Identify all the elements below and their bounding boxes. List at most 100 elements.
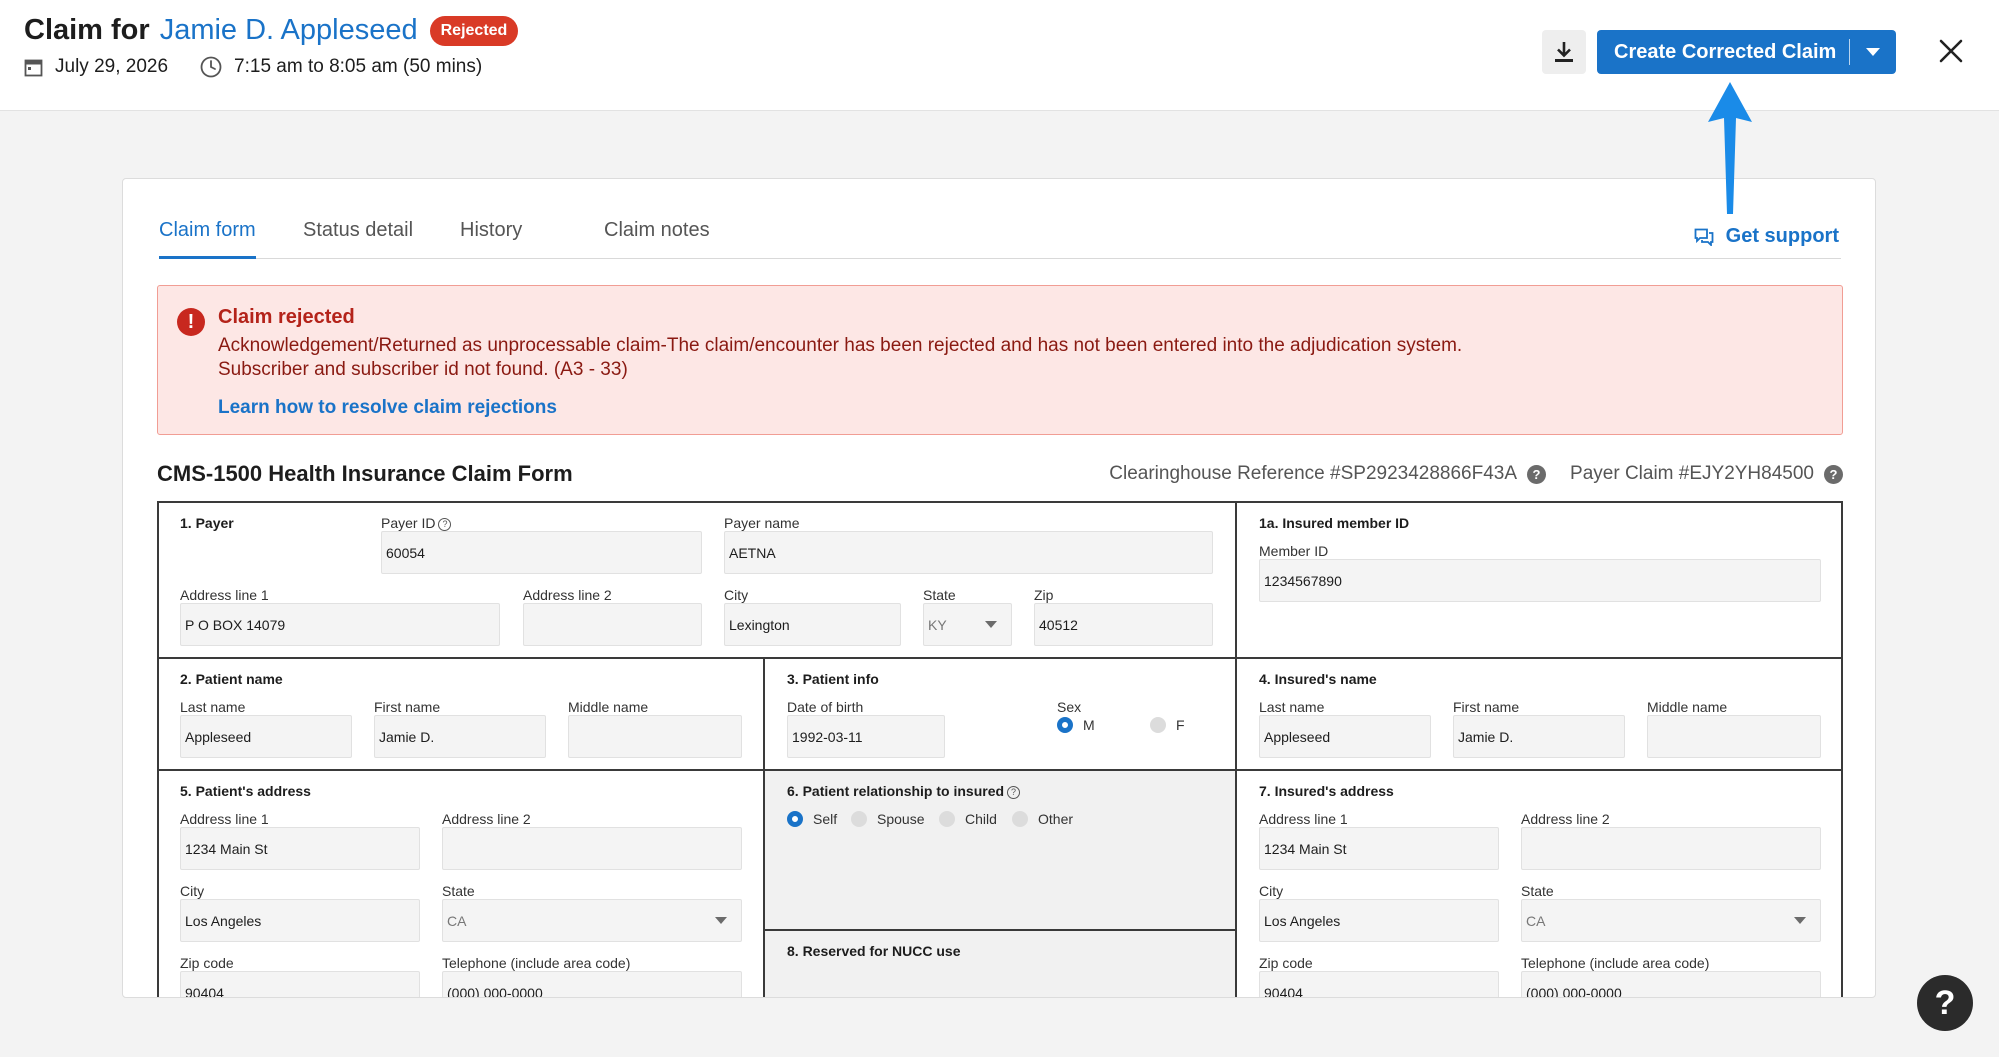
annotation-arrow-icon [1708,82,1752,214]
alert-line-1: Acknowledgement/Returned as unprocessabl… [218,335,1463,356]
sex-m-radio[interactable] [1057,717,1073,733]
insured-first-name-input[interactable]: Jamie D. [1453,715,1625,758]
alert-line-2: Subscriber and subscriber id not found. … [218,359,628,380]
tab-history[interactable]: History [460,219,522,259]
insured-state-select[interactable]: CA [1521,899,1821,942]
patient-address2-input[interactable] [442,827,742,870]
section-title: 3. Patient info [787,671,879,687]
radio-label: M [1083,717,1095,733]
selected-value: KY [928,617,947,633]
payer-state-select[interactable]: KY [923,603,1012,646]
tab-claim-form[interactable]: Claim form [159,219,256,259]
insured-middle-name-input[interactable] [1647,715,1821,758]
field-label: Address line 2 [523,587,612,603]
patient-state-select[interactable]: CA [442,899,742,942]
clearinghouse-reference: Clearinghouse Reference #SP2923428866F43… [1109,463,1518,484]
sex-f-radio[interactable] [1150,717,1166,733]
payer-city-input[interactable]: Lexington [724,603,901,646]
claim-time: 7:15 am to 8:05 am (50 mins) [200,56,482,78]
claim-time-text: 7:15 am to 8:05 am (50 mins) [234,56,483,77]
patient-name-link[interactable]: Jamie D. Appleseed [160,14,418,47]
tab-claim-notes[interactable]: Claim notes [604,219,710,259]
member-id-input[interactable]: 1234567890 [1259,559,1821,602]
claim-references: Clearinghouse Reference #SP2923428866F43… [1109,463,1843,485]
claim-card: Claim form Status detail History Claim n… [122,178,1876,998]
field-label: Telephone (include area code) [1521,955,1710,971]
field-label: Last name [180,699,246,715]
section-title: 7. Insured's address [1259,783,1394,799]
field-label: Last name [1259,699,1325,715]
section-title: 5. Patient's address [180,783,311,799]
field-label: City [1259,883,1284,899]
payer-id-input[interactable]: 60054 [381,531,702,574]
section-patient-address: 5. Patient's address Address line 1 1234… [159,771,765,997]
field-label: Member ID [1259,543,1329,559]
close-icon[interactable] [1938,38,1964,64]
get-support-link[interactable]: Get support [1694,225,1839,248]
date-of-birth-input[interactable]: 1992-03-11 [787,715,945,758]
more-actions-dropdown[interactable] [1850,30,1896,74]
radio-label: Child [965,811,997,827]
selected-value: CA [1526,913,1546,929]
section-relationship: 6. Patient relationship to insured? Self… [765,771,1237,931]
insured-city-input[interactable]: Los Angeles [1259,899,1499,942]
field-label-text: Payer ID [381,515,436,531]
calendar-icon [24,59,43,76]
patient-address1-input[interactable]: 1234 Main St [180,827,420,870]
insured-zip-input[interactable]: 90404 [1259,971,1499,997]
insured-address1-input[interactable]: 1234 Main St [1259,827,1499,870]
alert-title: Claim rejected [218,306,355,328]
relationship-spouse-radio[interactable] [851,811,867,827]
help-icon[interactable]: ? [1824,464,1843,484]
payer-name-input[interactable]: AETNA [724,531,1213,574]
insured-last-name-input[interactable]: Appleseed [1259,715,1431,758]
insured-phone-input[interactable]: (000) 000-0000 [1521,971,1821,997]
download-button[interactable] [1542,30,1586,74]
field-label: Address line 2 [1521,811,1610,827]
patient-last-name-input[interactable]: Appleseed [180,715,352,758]
patient-zip-input[interactable]: 90404 [180,971,420,997]
payer-address2-input[interactable] [523,603,702,646]
field-label: Sex [1057,699,1082,715]
field-label: Zip code [180,955,234,971]
relationship-self-radio[interactable] [787,811,803,827]
claim-tabs: Claim form Status detail History Claim n… [159,219,1841,259]
insured-address2-input[interactable] [1521,827,1821,870]
resolve-rejections-link[interactable]: Learn how to resolve claim rejections [218,397,557,419]
field-label: State [1521,883,1554,899]
patient-middle-name-input[interactable] [568,715,742,758]
section-title-text: 6. Patient relationship to insured [787,783,1005,799]
patient-first-name-input[interactable]: Jamie D. [374,715,546,758]
section-title: 8. Reserved for NUCC use [787,943,961,959]
section-insured-address: 7. Insured's address Address line 1 1234… [1237,771,1843,997]
patient-phone-input[interactable]: (000) 000-0000 [442,971,742,997]
info-icon[interactable]: ? [1007,785,1021,799]
patient-city-input[interactable]: Los Angeles [180,899,420,942]
field-label: First name [1453,699,1520,715]
help-fab-button[interactable]: ? [1917,975,1973,1031]
rejection-alert: ! Claim rejected Acknowledgement/Returne… [157,285,1843,435]
field-label: Address line 2 [442,811,531,827]
relationship-other-radio[interactable] [1012,811,1028,827]
tab-status-detail[interactable]: Status detail [303,219,413,259]
get-support-label: Get support [1725,225,1839,247]
section-title: 4. Insured's name [1259,671,1377,687]
payer-address1-input[interactable]: P O BOX 14079 [180,603,500,646]
field-label: Date of birth [787,699,864,715]
field-label: Address line 1 [180,811,269,827]
payer-claim-number: Payer Claim #EJY2YH84500 [1570,463,1814,484]
payer-zip-input[interactable]: 40512 [1034,603,1213,646]
create-corrected-claim-label: Create Corrected Claim [1614,40,1837,63]
help-icon[interactable]: ? [1527,464,1547,484]
radio-label: F [1176,717,1185,733]
create-corrected-claim-button[interactable]: Create Corrected Claim [1597,30,1896,74]
chat-icon [1694,228,1714,246]
clock-icon [200,56,222,78]
relationship-child-radio[interactable] [939,811,955,827]
info-icon[interactable]: ? [438,517,452,531]
form-title: CMS-1500 Health Insurance Claim Form [157,461,573,486]
radio-label: Other [1038,811,1074,827]
field-label: Zip [1034,587,1054,603]
claim-meta: July 29, 2026 7:15 am to 8:05 am (50 min… [24,56,514,78]
section-nucc: 8. Reserved for NUCC use [765,931,1237,997]
